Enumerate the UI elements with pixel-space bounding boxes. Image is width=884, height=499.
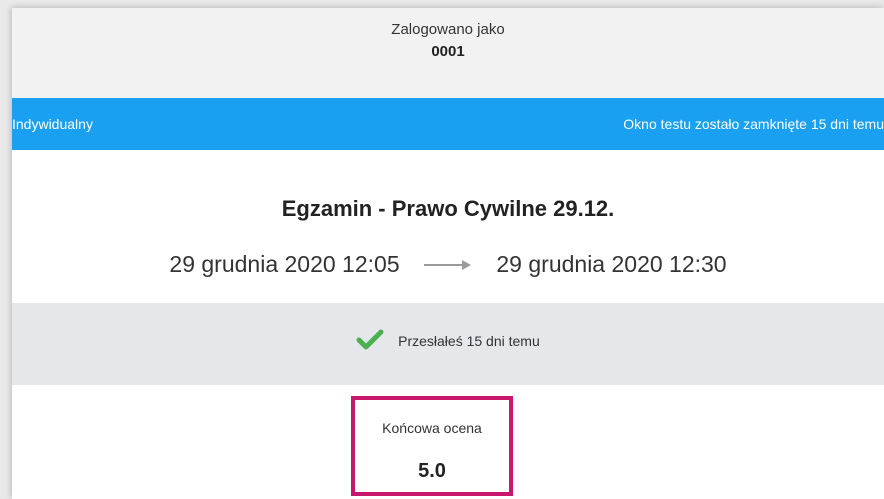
start-date: 29 grudnia 2020 12:05 bbox=[169, 251, 400, 277]
status-bar: Indywidualny Okno testu zostało zamknięt… bbox=[12, 98, 884, 150]
final-grade-label: Końcowa ocena bbox=[382, 420, 482, 436]
check-icon bbox=[356, 329, 384, 354]
final-grade-value: 5.0 bbox=[418, 460, 446, 482]
arrow-right-icon bbox=[424, 250, 472, 277]
end-date: 29 grudnia 2020 12:30 bbox=[496, 251, 727, 277]
logged-in-label: Zalogowano jako bbox=[391, 21, 505, 38]
submission-status: Przesłałeś 15 dni temu bbox=[398, 333, 540, 350]
window-status: Okno testu zostało zamknięte 15 dni temu bbox=[623, 116, 884, 132]
exam-title: Egzamin - Prawo Cywilne 29.12. bbox=[281, 196, 615, 221]
exam-dates: 29 grudnia 2020 12:05 29 grudnia 2020 12… bbox=[12, 251, 884, 279]
login-header: Zalogowano jako 0001 bbox=[12, 8, 884, 98]
exam-card: Zalogowano jako 0001 Indywidualny Okno t… bbox=[12, 8, 884, 499]
final-grade-box: Końcowa ocena 5.0 bbox=[351, 396, 513, 496]
mode-label: Indywidualny bbox=[12, 116, 93, 132]
submission-panel: Przesłałeś 15 dni temu bbox=[12, 303, 884, 385]
user-id: 0001 bbox=[431, 43, 465, 60]
